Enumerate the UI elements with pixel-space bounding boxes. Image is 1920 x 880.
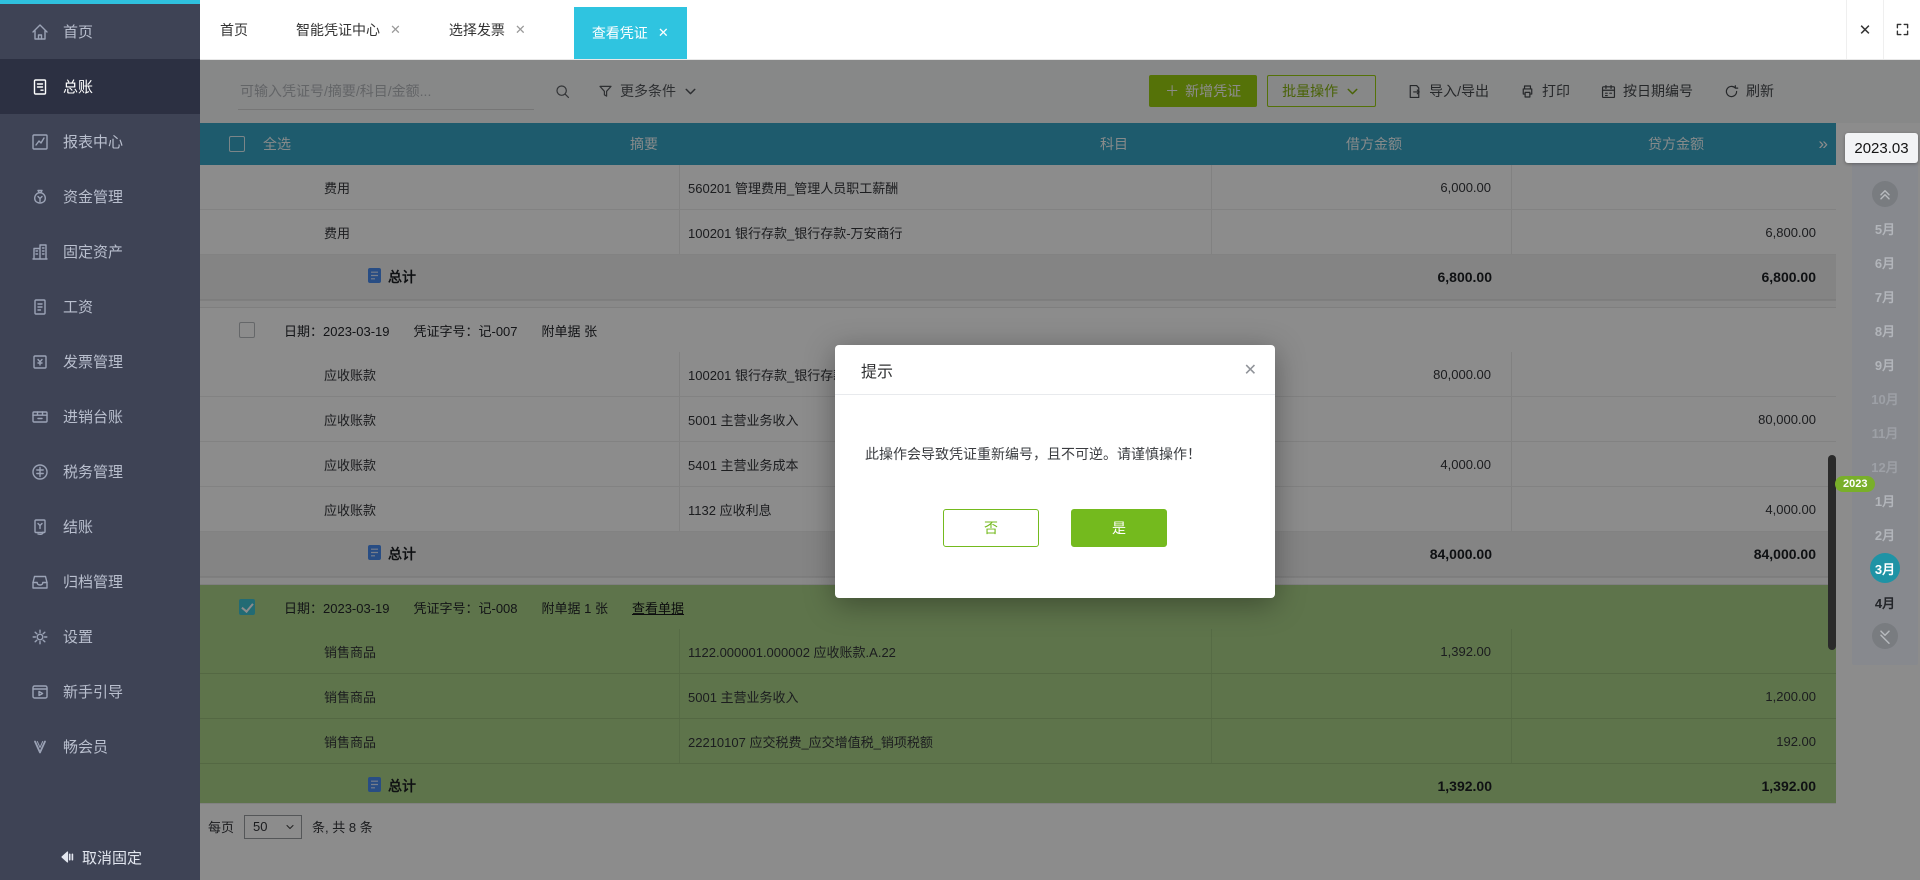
- sidebar: 首页 总账 报表中心 资金管理 固定资产 工资 发票管理 进销台账 税务管理 结…: [0, 0, 200, 880]
- sidebar-item-settings[interactable]: 设置: [0, 609, 200, 664]
- tab-查看凭证[interactable]: 查看凭证 ✕: [573, 7, 687, 59]
- tab-label: 选择发票: [448, 22, 505, 38]
- tab-label: 智能凭证中心: [296, 22, 380, 38]
- sidebar-item-report-center[interactable]: 报表中心: [0, 114, 200, 169]
- report-icon: [30, 132, 50, 152]
- rail-month-11月[interactable]: 11月: [1852, 415, 1918, 449]
- dialog-title: 提示: [861, 363, 894, 381]
- fund-icon: [30, 187, 50, 207]
- fullscreen-icon: [1894, 21, 1911, 38]
- sidebar-nav: 首页 总账 报表中心 资金管理 固定资产 工资 发票管理 进销台账 税务管理 结…: [0, 4, 200, 774]
- sidebar-item-archive-management[interactable]: 归档管理: [0, 554, 200, 609]
- tab-label: 查看凭证: [591, 25, 648, 41]
- sidebar-item-label: 首页: [63, 24, 94, 41]
- ledger-icon: [30, 77, 50, 97]
- closing-icon: [30, 517, 50, 537]
- settings-icon: [30, 627, 50, 647]
- sidebar-item-invoice-management[interactable]: 发票管理: [0, 334, 200, 389]
- sidebar-item-label: 税务管理: [63, 464, 124, 481]
- sidebar-unpin-label: 取消固定: [81, 849, 142, 867]
- sidebar-item-label: 总账: [63, 79, 94, 96]
- rail-month-2月[interactable]: 2月: [1852, 517, 1918, 551]
- asset-icon: [30, 242, 50, 262]
- current-period-chip: 2023.03: [1845, 133, 1918, 163]
- sidebar-item-label: 进销台账: [63, 409, 124, 426]
- salary-icon: [30, 297, 50, 317]
- sidebar-item-label: 资金管理: [63, 189, 124, 206]
- tax-icon: [30, 462, 50, 482]
- sidebar-item-closing[interactable]: 结账: [0, 499, 200, 554]
- sidebar-item-vip[interactable]: 畅会员: [0, 719, 200, 774]
- sidebar-item-label: 工资: [63, 299, 94, 316]
- tab-label: 首页: [220, 22, 248, 38]
- inout-icon: [30, 407, 50, 427]
- tab-首页[interactable]: 首页: [220, 1, 248, 59]
- sidebar-item-home[interactable]: 首页: [0, 4, 200, 59]
- dialog-no-button[interactable]: 否: [943, 509, 1039, 547]
- guide-icon: [30, 682, 50, 702]
- sidebar-item-general-ledger[interactable]: 总账: [0, 59, 200, 114]
- rail-month-3月[interactable]: 3月: [1852, 551, 1918, 585]
- sidebar-item-tax-management[interactable]: 税务管理: [0, 444, 200, 499]
- sidebar-item-fund-management[interactable]: 资金管理: [0, 169, 200, 224]
- sidebar-unpin-button[interactable]: 取消固定: [0, 836, 200, 878]
- rail-month-5月[interactable]: 5月: [1852, 211, 1918, 245]
- sidebar-item-beginner-guide[interactable]: 新手引导: [0, 664, 200, 719]
- sidebar-item-label: 设置: [63, 629, 94, 646]
- sidebar-item-label: 固定资产: [63, 244, 124, 261]
- rail-month-4月[interactable]: 4月: [1852, 585, 1918, 619]
- rail-month-8月[interactable]: 8月: [1852, 313, 1918, 347]
- sidebar-item-label: 畅会员: [63, 739, 109, 756]
- home-icon: [30, 22, 50, 42]
- dialog-yes-button[interactable]: 是: [1071, 509, 1167, 547]
- rail-month-7月[interactable]: 7月: [1852, 279, 1918, 313]
- rail-month-10月[interactable]: 10月: [1852, 381, 1918, 415]
- dialog-message: 此操作会导致凭证重新编号，且不可逆。请谨慎操作！: [865, 446, 1201, 462]
- archive-icon: [30, 572, 50, 592]
- unpin-icon: [58, 848, 76, 866]
- dialog-close-icon[interactable]: ✕: [1244, 360, 1257, 380]
- month-list: 2023 5月 6月 7月 8月 9月 10月 11月 12月 1月 2月 3月 4月: [1835, 163, 1918, 665]
- close-window-button[interactable]: ✕: [1846, 0, 1883, 59]
- tab-close-icon[interactable]: ✕: [390, 22, 401, 38]
- year-pill: 2023: [1835, 476, 1876, 492]
- sidebar-item-purchase-sale-ledger[interactable]: 进销台账: [0, 389, 200, 444]
- app-window: 首页 总账 报表中心 资金管理 固定资产 工资 发票管理 进销台账 税务管理 结…: [0, 0, 1920, 880]
- sidebar-item-fixed-assets[interactable]: 固定资产: [0, 224, 200, 279]
- tab-智能凭证中心[interactable]: 智能凭证中心 ✕: [296, 1, 401, 59]
- sidebar-item-label: 发票管理: [63, 354, 124, 371]
- sidebar-item-label: 归档管理: [63, 574, 124, 591]
- rail-month-9月[interactable]: 9月: [1852, 347, 1918, 381]
- rail-month-6月[interactable]: 6月: [1852, 245, 1918, 279]
- confirm-dialog: 提示 ✕ 此操作会导致凭证重新编号，且不可逆。请谨慎操作！ 否 是: [835, 345, 1275, 598]
- rail-scroll-up-icon[interactable]: [1872, 181, 1898, 207]
- sidebar-item-label: 报表中心: [63, 134, 124, 151]
- fullscreen-button[interactable]: [1883, 0, 1920, 59]
- tabs: 首页 智能凭证中心 ✕ 选择发票 ✕ 查看凭证 ✕: [220, 0, 687, 59]
- close-icon: ✕: [1858, 21, 1872, 39]
- tab-bar: 首页 智能凭证中心 ✕ 选择发票 ✕ 查看凭证 ✕ ✕: [200, 0, 1920, 60]
- main-content: 更多条件 ＋ 新增凭证 批量操作 导入/导出 打印 按日期编: [200, 59, 1920, 880]
- invoice-icon: [30, 352, 50, 372]
- sidebar-item-label: 新手引导: [63, 684, 124, 701]
- tab-close-icon[interactable]: ✕: [515, 22, 526, 38]
- dialog-buttons: 否 是: [835, 509, 1275, 547]
- vip-icon: [30, 737, 50, 757]
- sidebar-item-label: 结账: [63, 519, 94, 536]
- window-controls: ✕: [1846, 0, 1920, 59]
- rail-scroll-down-icon[interactable]: [1872, 623, 1898, 649]
- tab-选择发票[interactable]: 选择发票 ✕: [449, 1, 526, 59]
- dialog-header: 提示 ✕: [835, 345, 1275, 395]
- tab-close-icon[interactable]: ✕: [658, 25, 669, 41]
- sidebar-item-salary[interactable]: 工资: [0, 279, 200, 334]
